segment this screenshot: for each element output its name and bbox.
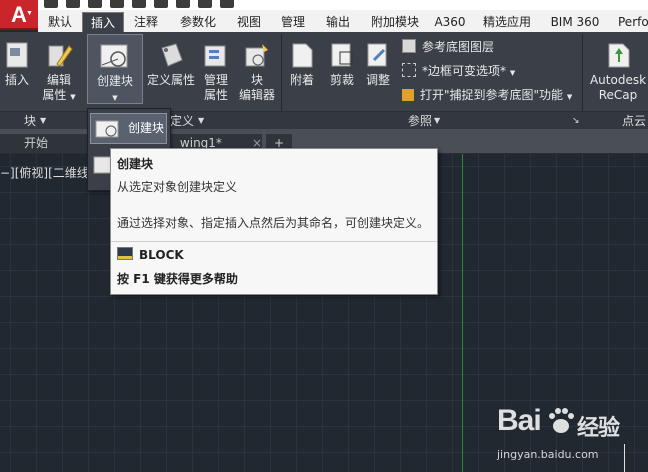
attach-button[interactable]: 附着 (286, 40, 318, 88)
tab-view[interactable]: 视图 (230, 12, 268, 32)
edit-attribute-button[interactable]: 编辑 属性 ▼ (42, 40, 76, 105)
insert-block-icon (6, 42, 28, 68)
edit-attribute-icon (48, 45, 73, 67)
autodesk-recap-button[interactable]: Autodesk ReCap (588, 40, 648, 103)
dropdown-item-create-block[interactable]: 创建块 (90, 113, 167, 144)
tab-featured-apps[interactable]: 精选应用 (476, 12, 538, 32)
attach-icon (292, 43, 313, 68)
tab-parametric[interactable]: 参数化 (172, 12, 224, 32)
tooltip-help: 按 F1 键获得更多帮助 (117, 272, 238, 286)
clip-button[interactable]: 剪裁 (326, 40, 358, 88)
clip-icon (331, 43, 353, 67)
tab-default[interactable]: 默认 (40, 12, 80, 32)
chevron-down-icon[interactable]: ▼ (198, 112, 204, 130)
quick-access-undo-icon[interactable] (154, 0, 168, 8)
autocad-logo-icon: A (11, 2, 27, 27)
quick-access-plot-icon[interactable] (198, 0, 212, 8)
quick-access-redo-icon[interactable] (176, 0, 190, 8)
manage-attributes-icon (204, 45, 226, 67)
chevron-down-icon: ▼ (26, 10, 33, 17)
pointcloud-panel-title[interactable]: 点云 (622, 112, 646, 130)
create-block-icon (100, 44, 128, 68)
define-attribute-icon (161, 43, 183, 67)
application-menu-button[interactable]: A ▼ (0, 0, 38, 30)
block-editor-icon (245, 44, 268, 67)
chevron-down-icon[interactable]: ▼ (434, 112, 440, 130)
block-editor-button[interactable]: 块 编辑器 (236, 40, 278, 103)
quick-access-saveas-icon[interactable] (110, 0, 124, 8)
snap-icon (402, 89, 414, 101)
tooltip-title: 创建块 (117, 157, 154, 171)
snap-underlay-dropdown[interactable]: 打开"捕捉到参考底图"功能 ▼ (402, 86, 572, 106)
tooltip-description: 从选定对象创建块定义 (117, 180, 238, 194)
adjust-button[interactable]: 调整 (362, 40, 394, 88)
tab-start[interactable]: 开始 (0, 134, 100, 153)
ribbon-tab-bar: 默认 插入 注释 参数化 视图 管理 输出 附加模块 A360 精选应用 BIM… (38, 10, 648, 33)
frame-icon (402, 63, 416, 77)
tab-annotate[interactable]: 注释 (126, 12, 166, 32)
quick-access-save-icon[interactable] (88, 0, 102, 8)
tab-output[interactable]: 输出 (318, 12, 358, 32)
y-axis-line (462, 154, 463, 472)
quick-access-print-icon[interactable] (132, 0, 146, 8)
title-strip (0, 0, 648, 10)
define-attribute-button[interactable]: 定义属性 (146, 40, 196, 88)
tooltip-create-block: 创建块 从选定对象创建块定义 通过选择对象、指定插入点然后为其命名，可创建块定义… (110, 148, 438, 295)
block-panel-title[interactable]: 块 (24, 112, 36, 130)
tab-addins[interactable]: 附加模块 (364, 12, 426, 32)
underlay-layers-button[interactable]: 参考底图图层 (402, 38, 494, 56)
create-block-icon (95, 120, 119, 138)
tooltip-detail: 通过选择对象、指定插入点然后为其命名，可创建块定义。 (117, 216, 430, 230)
create-block-button[interactable]: 创建块 ▼ (87, 34, 143, 104)
frame-variable-dropdown[interactable]: *边框可变选项* ▼ (402, 62, 515, 82)
viewport-controls[interactable]: −][俯视][二维线 (0, 165, 89, 181)
tab-manage[interactable]: 管理 (274, 12, 312, 32)
quick-access-new-icon[interactable] (44, 0, 58, 8)
reference-panel-title[interactable]: 参照 (408, 112, 432, 130)
quick-access-dropdown-icon[interactable] (220, 0, 234, 8)
adjust-icon (367, 43, 387, 67)
layers-icon (402, 39, 416, 53)
command-icon (117, 247, 133, 260)
tab-bim360[interactable]: BIM 360 (546, 12, 604, 32)
chevron-down-icon[interactable]: ▼ (40, 112, 46, 130)
paw-icon (549, 408, 574, 433)
recap-icon (608, 43, 630, 68)
tab-performance[interactable]: Perfo (618, 12, 648, 32)
block-definition-panel-title[interactable]: 定义 (170, 112, 194, 130)
tooltip-divider (111, 241, 437, 242)
quick-access-open-icon[interactable] (66, 0, 80, 8)
tab-a360[interactable]: A360 (431, 12, 469, 32)
crosshair-line (624, 444, 625, 472)
manage-attributes-button[interactable]: 管理 属性 (200, 40, 232, 103)
tab-insert[interactable]: 插入 (82, 12, 124, 33)
baidu-jingyan-watermark: Bai 经验 jingyan.baidu.com (497, 404, 620, 461)
insert-block-button[interactable]: 插入 (2, 40, 32, 88)
dialog-launcher-icon[interactable]: ↘ (572, 112, 580, 130)
tooltip-command: BLOCK (117, 247, 184, 263)
